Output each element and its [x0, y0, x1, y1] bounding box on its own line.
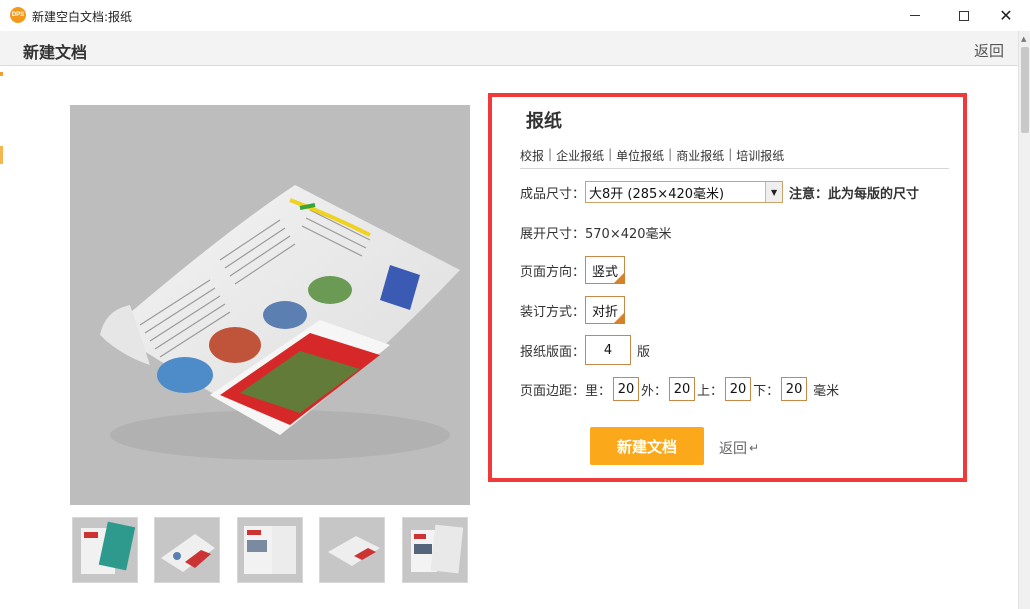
newspaper-settings-panel: 报纸 校报 | 企业报纸 | 单位报纸 | 商业报纸 | 培训报纸 成品尺寸： …	[488, 93, 967, 482]
close-icon: ✕	[999, 6, 1013, 25]
category-link[interactable]: 校报	[520, 147, 544, 164]
page-header: 新建文档 返回	[0, 31, 1018, 66]
margin-outer-label: 外：	[641, 383, 668, 399]
size-row: 成品尺寸： 大8开 (285×420毫米) ▼ 注意：此为每版的尺寸	[520, 181, 919, 203]
category-link[interactable]: 企业报纸	[556, 147, 604, 164]
divider	[520, 168, 949, 169]
panel-back-link[interactable]: 返回 ↵	[719, 438, 759, 458]
margin-outer-value: 20	[673, 381, 691, 397]
thumbnail-4[interactable]	[319, 517, 385, 583]
margins-label: 页面边距：	[520, 383, 586, 399]
thumbnail-image	[161, 534, 215, 572]
binding-label: 装订方式：	[520, 304, 586, 320]
margin-inner-label: 里：	[585, 383, 612, 399]
scroll-thumb[interactable]	[1021, 47, 1029, 133]
create-document-label: 新建文档	[616, 437, 677, 456]
maximize-button[interactable]	[941, 0, 987, 31]
binding-row: 装订方式： 对折	[520, 296, 626, 324]
header-back-link[interactable]: 返回	[974, 40, 1004, 61]
margin-bottom-value: 20	[785, 381, 803, 397]
expanded-size-label: 展开尺寸：	[520, 227, 586, 242]
orientation-select[interactable]: 竖式	[585, 256, 626, 284]
separator: |	[728, 147, 733, 161]
window-titlebar: DPS 新建空白文档:报纸 ✕	[0, 0, 1030, 31]
checkmark-icon	[613, 312, 626, 324]
app-logo-icon: DPS	[10, 7, 26, 23]
edge-mark	[0, 72, 3, 76]
newspaper-preview-image	[70, 105, 470, 505]
edge-mark	[0, 146, 3, 164]
thumbnail-strip	[72, 517, 472, 583]
separator: |	[608, 147, 613, 161]
size-label: 成品尺寸：	[520, 186, 586, 202]
pages-label: 报纸版面：	[520, 344, 586, 360]
thumbnail-2[interactable]	[154, 517, 220, 583]
checkmark-icon	[613, 272, 626, 284]
thumbnail-1[interactable]	[72, 517, 138, 583]
margin-bottom-input[interactable]: 20	[781, 377, 808, 401]
thumbnail-image	[411, 524, 464, 574]
margin-top-input[interactable]: 20	[725, 377, 752, 401]
pages-input[interactable]: 4	[585, 335, 632, 365]
size-selected-value: 大8开 (285×420毫米)	[589, 186, 725, 202]
close-button[interactable]: ✕	[983, 0, 1029, 31]
expanded-size-row: 展开尺寸： 570×420毫米	[520, 223, 672, 242]
separator: |	[668, 147, 673, 161]
margin-unit: 毫米	[813, 383, 840, 399]
binding-select[interactable]: 对折	[585, 296, 626, 324]
pages-row: 报纸版面： 4 版	[520, 335, 650, 365]
scroll-up-icon[interactable]: ▲	[1021, 35, 1026, 43]
panel-back-label: 返回	[719, 441, 747, 457]
window-title: 新建空白文档:报纸	[32, 10, 133, 24]
page-title: 新建文档	[23, 43, 88, 62]
thumbnail-5[interactable]	[402, 517, 468, 583]
margin-bottom-label: 下：	[753, 383, 780, 399]
margin-inner-value: 20	[617, 381, 635, 397]
category-link[interactable]: 单位报纸	[616, 147, 664, 164]
pages-unit: 版	[637, 344, 651, 360]
margin-inner-input[interactable]: 20	[613, 377, 640, 401]
margin-outer-input[interactable]: 20	[669, 377, 696, 401]
thumbnail-image	[244, 526, 296, 574]
margin-top-label: 上：	[697, 383, 724, 399]
size-select[interactable]: 大8开 (285×420毫米) ▼	[585, 181, 784, 203]
size-note: 注意：此为每版的尺寸	[789, 186, 920, 202]
margin-top-value: 20	[729, 381, 747, 397]
maximize-icon	[959, 10, 969, 21]
orientation-label: 页面方向：	[520, 264, 586, 280]
enter-icon: ↵	[749, 441, 760, 455]
separator: |	[548, 147, 553, 161]
margins-row: 页面边距： 里： 20 外： 20 上： 20 下： 20 毫米	[520, 377, 839, 401]
category-link[interactable]: 培训报纸	[736, 147, 784, 164]
orientation-row: 页面方向： 竖式	[520, 256, 626, 284]
minimize-button[interactable]	[892, 0, 938, 31]
pages-value: 4	[603, 342, 613, 358]
chevron-down-icon[interactable]: ▼	[765, 182, 783, 202]
thumbnail-image	[328, 536, 380, 566]
minimize-icon	[910, 15, 920, 16]
thumbnail-3[interactable]	[237, 517, 303, 583]
vertical-scrollbar[interactable]: ▲	[1018, 31, 1030, 609]
newspaper-illustration	[100, 185, 460, 460]
category-links: 校报 | 企业报纸 | 单位报纸 | 商业报纸 | 培训报纸	[520, 147, 784, 164]
create-document-button[interactable]: 新建文档	[590, 427, 704, 465]
thumbnail-image	[81, 521, 136, 574]
panel-title: 报纸	[526, 111, 562, 132]
expanded-size-value: 570×420毫米	[585, 227, 672, 242]
category-link[interactable]: 商业报纸	[676, 147, 724, 164]
